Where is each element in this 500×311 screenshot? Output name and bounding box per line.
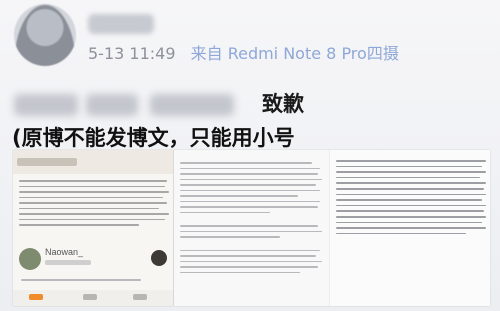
- user-name-blurred[interactable]: [88, 14, 154, 34]
- post-subline: (原博不能发博文，只能用小号: [12, 126, 295, 150]
- screenshot-text-block: [13, 176, 173, 226]
- badge-icon: [151, 250, 167, 266]
- blurred-text: [150, 94, 234, 116]
- image-thumbnail-2[interactable]: [174, 150, 330, 306]
- screenshot-header: [13, 150, 173, 174]
- screenshot-tabbar: [13, 290, 173, 306]
- blurred-text: [86, 94, 138, 116]
- screenshot-author-meta: [45, 260, 91, 265]
- screenshot-content: [21, 275, 167, 281]
- blurred-mention: [14, 94, 78, 116]
- post-time: 5-13 11:49: [88, 44, 176, 63]
- user-avatar[interactable]: [14, 4, 76, 66]
- weibo-post: 5-13 11:49 来自 Redmi Note 8 Pro四摄 致歉 (原博不…: [0, 0, 500, 311]
- image-thumbnail-1[interactable]: Naowan_: [13, 150, 173, 306]
- screenshot-avatar: [19, 248, 41, 270]
- post-headline: 致歉: [262, 92, 304, 116]
- post-source[interactable]: 来自 Redmi Note 8 Pro四摄: [191, 44, 399, 63]
- screenshot-author: Naowan_: [45, 247, 84, 257]
- post-meta: 5-13 11:49 来自 Redmi Note 8 Pro四摄: [88, 40, 399, 64]
- image-thumbnail-3[interactable]: [330, 150, 490, 306]
